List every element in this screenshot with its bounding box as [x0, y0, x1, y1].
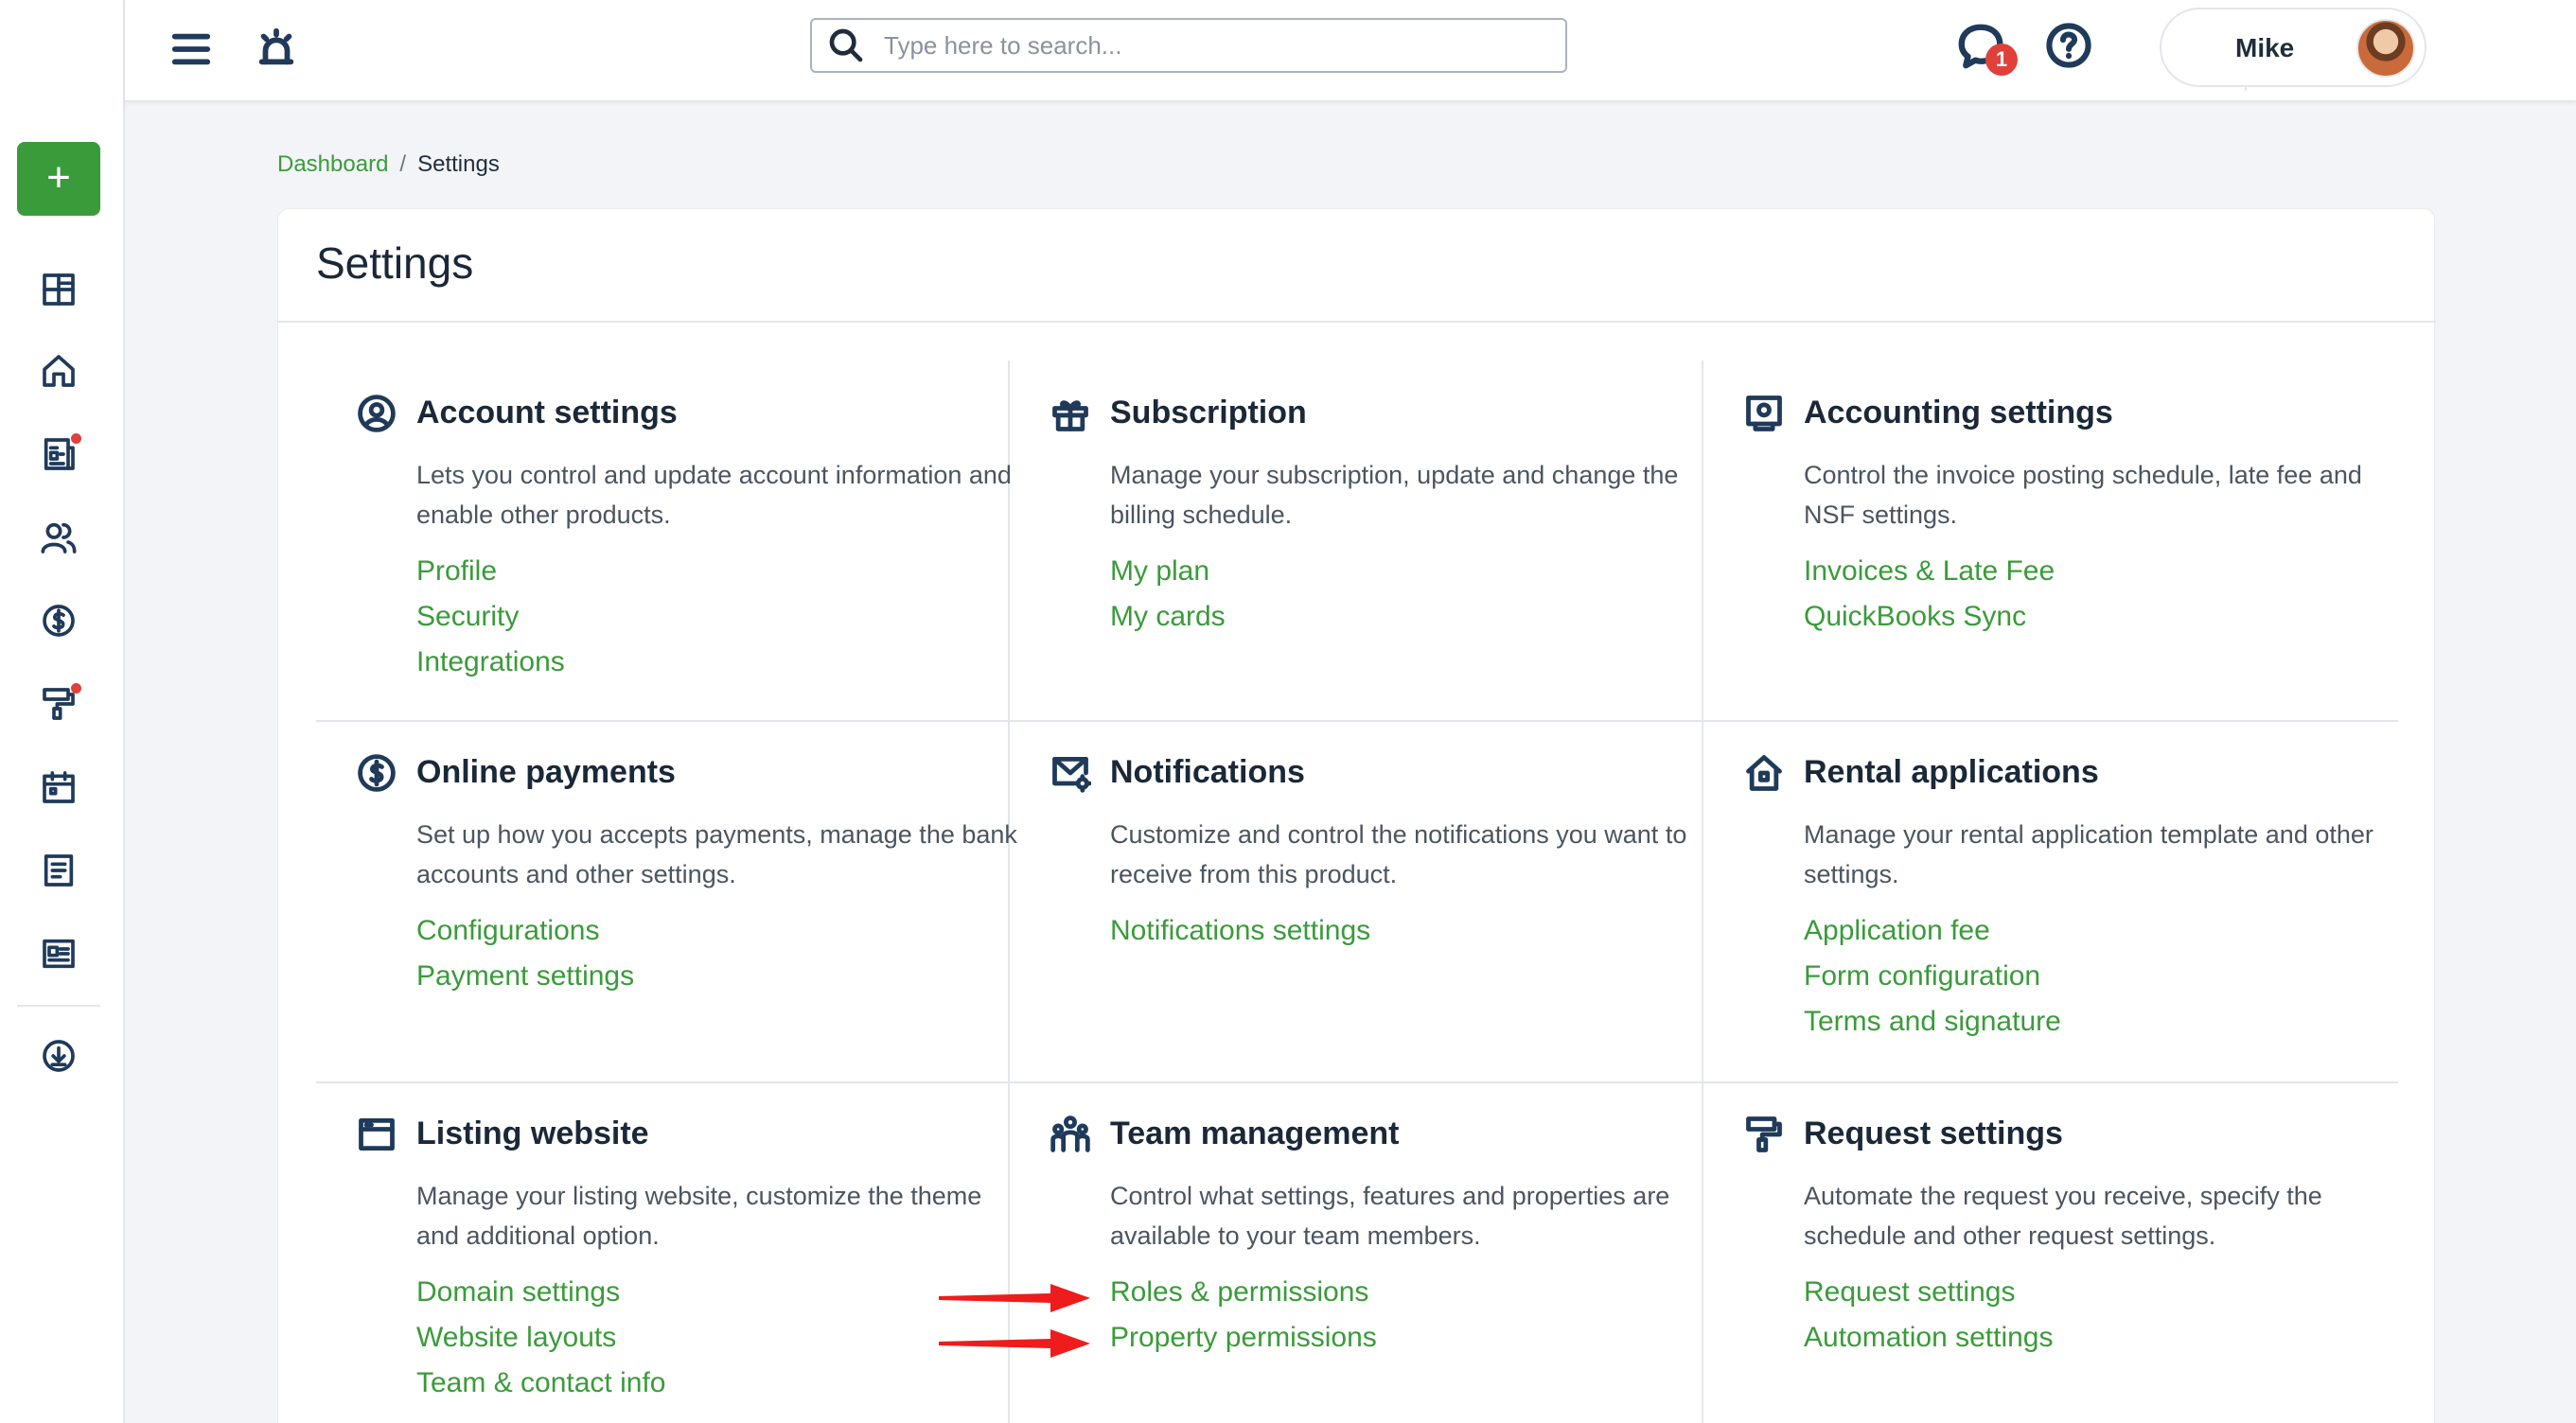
- notification-dot: [71, 433, 81, 444]
- sidebar: +: [0, 0, 125, 1423]
- link-security[interactable]: Security: [416, 599, 565, 635]
- top-bar: 1 Mike: [125, 0, 2576, 102]
- section-title: Notifications: [1110, 754, 1305, 790]
- gift-icon: [1050, 393, 1091, 434]
- dollar-icon: [43, 605, 75, 637]
- team-icon: [1050, 1114, 1091, 1155]
- alerts-button[interactable]: [250, 21, 303, 74]
- row-divider: [316, 1081, 2398, 1083]
- download-icon: [43, 1040, 75, 1072]
- link-team-contact-info[interactable]: Team & contact info: [416, 1365, 665, 1401]
- search-icon: [827, 26, 865, 64]
- link-payment-settings[interactable]: Payment settings: [416, 958, 634, 994]
- listing-icon: [43, 939, 75, 969]
- link-quickbooks-sync[interactable]: QuickBooks Sync: [1804, 599, 2055, 635]
- link-application-fee[interactable]: Application fee: [1804, 913, 2061, 949]
- sidebar-item-listings[interactable]: [34, 929, 83, 978]
- sidebar-item-dashboard[interactable]: [34, 265, 83, 314]
- section-description: Control what settings, features and prop…: [1110, 1182, 1670, 1250]
- user-name: Mike: [2235, 33, 2295, 62]
- notification-dot: [71, 683, 81, 694]
- search-box[interactable]: [810, 18, 1567, 73]
- link-integrations[interactable]: Integrations: [416, 644, 565, 680]
- mail-gear-icon: [1050, 752, 1092, 794]
- link-automation-settings[interactable]: Automation settings: [1804, 1320, 2053, 1356]
- page-title: Settings: [316, 238, 474, 288]
- alarm-bell-icon: [258, 27, 294, 65]
- settings-card: Settings Account settings Lets you contr…: [277, 208, 2436, 1423]
- help-button[interactable]: [2044, 21, 2097, 74]
- search-input[interactable]: [884, 30, 1546, 61]
- section-title: Online payments: [416, 754, 676, 790]
- sidebar-item-properties[interactable]: [34, 346, 83, 395]
- sidebar-item-documents[interactable]: [34, 846, 83, 895]
- section-title: Subscription: [1110, 395, 1307, 430]
- messages-count-badge: 1: [1985, 44, 2018, 76]
- section-title: Request settings: [1804, 1116, 2063, 1151]
- hamburger-icon: [171, 33, 211, 65]
- link-profile[interactable]: Profile: [416, 553, 565, 589]
- breadcrumb: Dashboard / Settings: [277, 151, 500, 178]
- section-title: Account settings: [416, 395, 678, 430]
- paint-roller-icon: [1743, 1114, 1785, 1155]
- section-description: Manage your listing website, customize t…: [416, 1182, 982, 1250]
- document-icon: [44, 854, 74, 887]
- link-website-layouts[interactable]: Website layouts: [416, 1320, 665, 1356]
- section-description: Automate the request you receive, specif…: [1804, 1182, 2322, 1250]
- section-description: Customize and control the notifications …: [1110, 820, 1687, 888]
- section-title: Accounting settings: [1804, 395, 2113, 430]
- annotation-arrow-icon: [939, 1284, 1090, 1312]
- link-domain-settings[interactable]: Domain settings: [416, 1274, 665, 1310]
- link-configurations[interactable]: Configurations: [416, 913, 634, 949]
- dollar-circle-icon: [356, 752, 397, 794]
- sidebar-item-download[interactable]: [34, 1031, 83, 1080]
- section-title: Team management: [1110, 1116, 1400, 1151]
- accounting-icon: [1743, 393, 1785, 434]
- link-notifications-settings[interactable]: Notifications settings: [1110, 913, 1370, 949]
- house-icon: [1743, 752, 1785, 794]
- section-title: Rental applications: [1804, 754, 2099, 790]
- sidebar-item-accounting[interactable]: [34, 596, 83, 645]
- breadcrumb-separator: /: [399, 151, 407, 177]
- user-circle-icon: [356, 393, 397, 434]
- link-invoices-late-fee[interactable]: Invoices & Late Fee: [1804, 553, 2055, 589]
- header-divider: [278, 321, 2436, 323]
- browser-icon: [356, 1114, 397, 1155]
- section-description: Control the invoice posting schedule, la…: [1804, 461, 2362, 529]
- section-description: Manage your rental application template …: [1804, 820, 2373, 888]
- people-icon: [41, 522, 77, 553]
- avatar: [2356, 19, 2415, 78]
- section-description: Lets you control and update account info…: [416, 461, 1012, 529]
- add-new-button[interactable]: +: [17, 142, 100, 216]
- link-roles-permissions[interactable]: Roles & permissions: [1110, 1274, 1377, 1310]
- sidebar-divider: [17, 1005, 100, 1007]
- section-description: Manage your subscription, update and cha…: [1110, 461, 1679, 529]
- home-icon: [43, 355, 75, 387]
- link-my-plan[interactable]: My plan: [1110, 553, 1226, 589]
- row-divider: [316, 720, 2398, 722]
- help-icon: [2046, 23, 2091, 68]
- section-title: Listing website: [416, 1116, 649, 1151]
- menu-toggle-button[interactable]: [165, 23, 218, 76]
- user-menu[interactable]: Mike: [2160, 8, 2426, 87]
- section-description: Set up how you accepts payments, manage …: [416, 820, 1017, 888]
- sidebar-item-leases[interactable]: [34, 430, 83, 479]
- link-request-settings[interactable]: Request settings: [1804, 1274, 2053, 1310]
- link-my-cards[interactable]: My cards: [1110, 599, 1226, 635]
- link-form-configuration[interactable]: Form configuration: [1804, 958, 2061, 994]
- breadcrumb-current: Settings: [417, 151, 500, 177]
- link-property-permissions[interactable]: Property permissions: [1110, 1320, 1377, 1356]
- sidebar-item-calendar[interactable]: [34, 763, 83, 812]
- sidebar-item-maintenance[interactable]: [34, 679, 83, 729]
- breadcrumb-dashboard-link[interactable]: Dashboard: [277, 151, 388, 178]
- dashboard-icon: [43, 273, 75, 306]
- annotation-arrow-icon: [939, 1329, 1090, 1358]
- link-terms-and-signature[interactable]: Terms and signature: [1804, 1004, 2061, 1040]
- calendar-icon: [43, 771, 75, 803]
- sidebar-item-people[interactable]: [34, 513, 83, 562]
